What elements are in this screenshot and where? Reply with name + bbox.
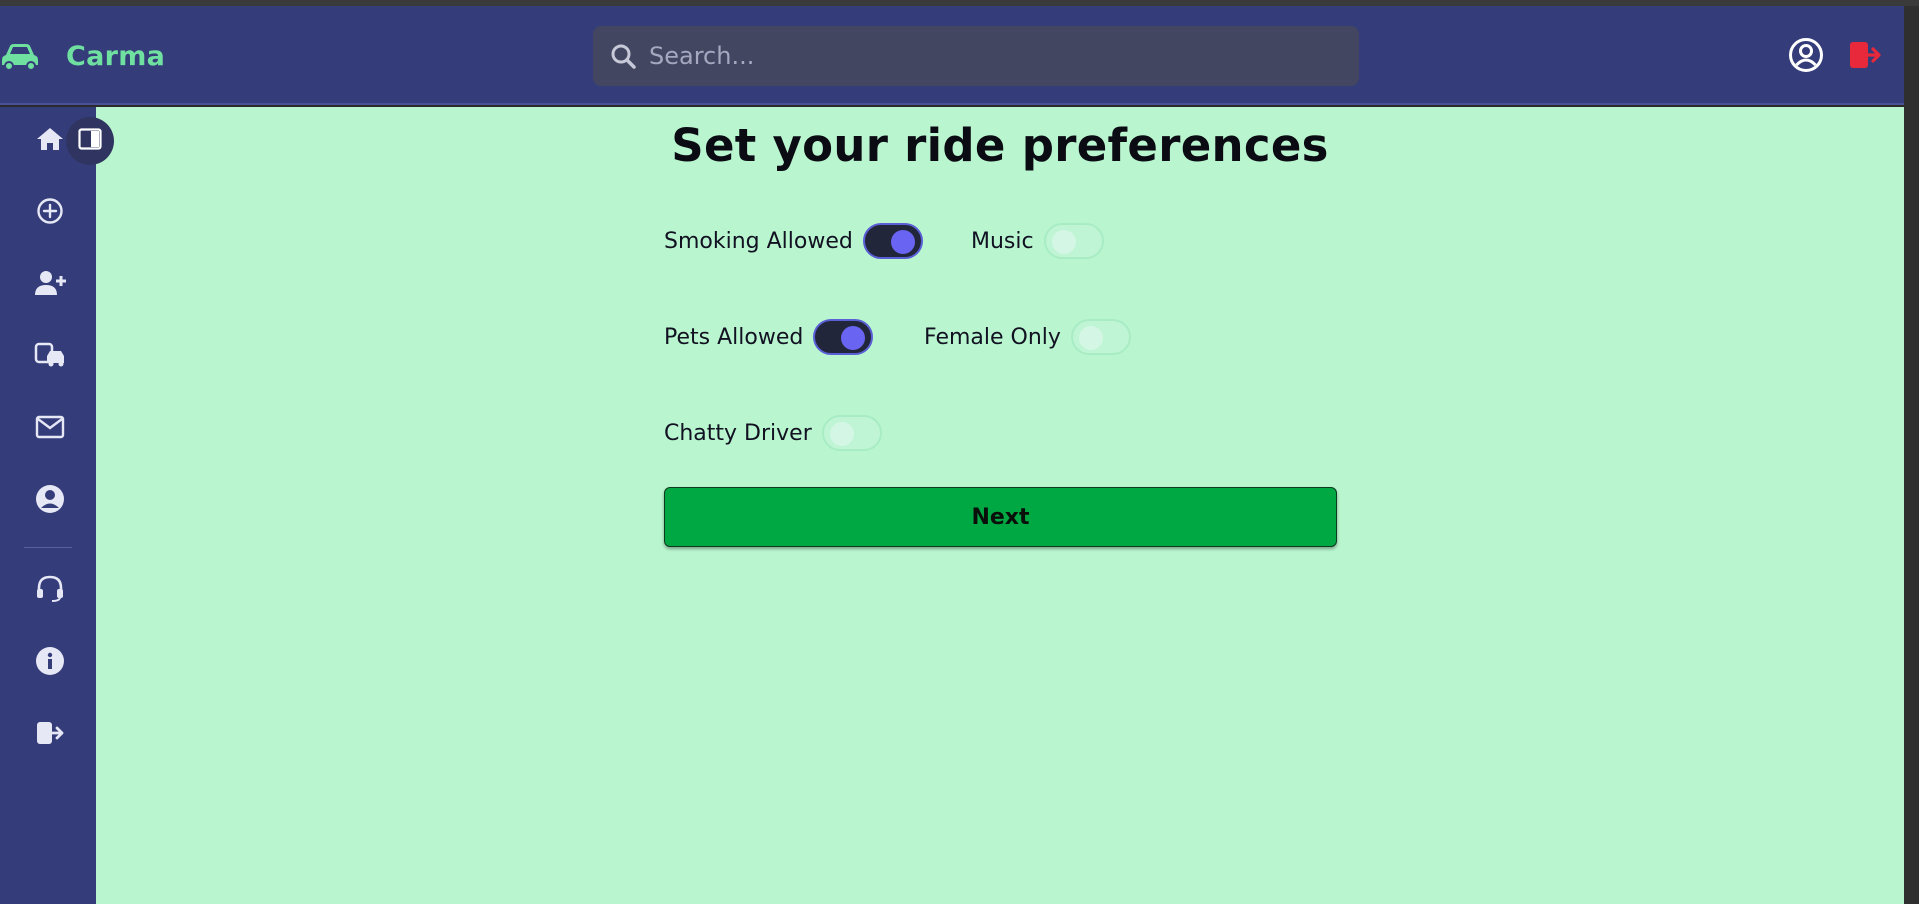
logout-button[interactable] [1846, 38, 1884, 76]
headset-icon [35, 574, 65, 608]
pref-label: Smoking Allowed [664, 228, 853, 254]
toggle-knob [1078, 326, 1103, 350]
toggle-knob [890, 230, 915, 254]
pref-music: Music [971, 221, 1104, 261]
user-icon [35, 484, 65, 518]
pref-female-only: Female Only [924, 317, 1131, 357]
search-bar[interactable] [593, 26, 1359, 86]
toggle-female-only[interactable] [1070, 319, 1131, 355]
sidebar-collapse-button[interactable] [66, 117, 114, 165]
pref-label: Pets Allowed [664, 324, 804, 350]
info-icon [35, 646, 65, 680]
brand-name: Carma [66, 40, 166, 72]
brand[interactable]: Carma [0, 36, 165, 76]
user-circle-icon [1788, 37, 1824, 77]
sidebar-toggle-icon [78, 128, 102, 154]
sidebar-divider [24, 547, 72, 548]
pref-label: Female Only [924, 324, 1061, 350]
sidebar-item-info[interactable] [28, 641, 72, 685]
pref-label: Chatty Driver [664, 420, 812, 446]
toggle-pets-allowed[interactable] [813, 319, 874, 355]
sidebar-item-support[interactable] [28, 569, 72, 613]
sidebar-item-add[interactable] [28, 191, 72, 235]
sidebar-item-rides[interactable] [28, 335, 72, 379]
toggle-knob [1051, 230, 1076, 254]
vehicles-icon [34, 342, 66, 372]
sidebar-item-add-user[interactable] [28, 263, 72, 307]
page-title: Set your ride preferences [671, 119, 1329, 172]
mail-icon [35, 415, 65, 443]
toggle-chatty-driver[interactable] [821, 415, 882, 451]
toggle-knob [841, 326, 866, 350]
toggle-knob [829, 422, 854, 446]
car-icon [0, 38, 42, 74]
next-button[interactable]: Next [664, 487, 1337, 547]
pref-pets-allowed: Pets Allowed [664, 317, 874, 357]
profile-button[interactable] [1787, 38, 1825, 76]
main-content: Set your ride preferences Smoking Allowe… [96, 107, 1904, 904]
sidebar-item-messages[interactable] [28, 407, 72, 451]
logout-icon [35, 720, 65, 750]
pref-smoking-allowed: Smoking Allowed [664, 221, 923, 261]
search-icon [609, 42, 637, 70]
logout-icon [1848, 40, 1882, 74]
sidebar-item-logout[interactable] [28, 713, 72, 757]
user-plus-icon [34, 270, 66, 300]
pref-label: Music [971, 228, 1034, 254]
pref-chatty-driver: Chatty Driver [664, 413, 882, 453]
top-header: Carma [0, 6, 1904, 105]
home-icon [36, 126, 64, 156]
plus-circle-icon [36, 197, 64, 229]
sidebar-item-profile[interactable] [28, 479, 72, 523]
toggle-smoking-allowed[interactable] [862, 223, 923, 259]
sidebar [0, 107, 96, 904]
search-input[interactable] [649, 26, 1359, 86]
toggle-music[interactable] [1043, 223, 1104, 259]
window-right-edge [1904, 6, 1919, 904]
